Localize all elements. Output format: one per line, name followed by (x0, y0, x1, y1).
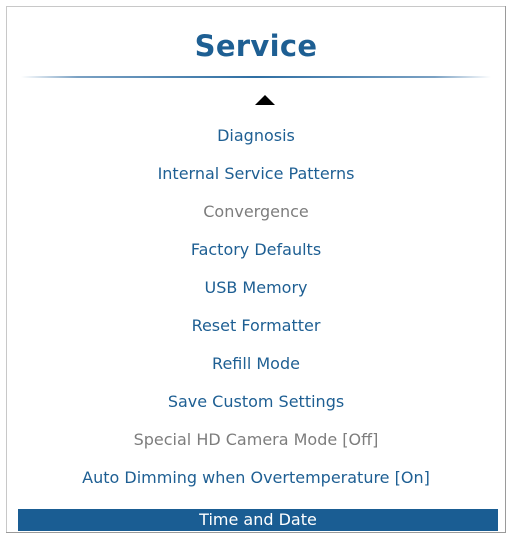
menu-item-reset-formatter[interactable]: Reset Formatter (7, 307, 505, 345)
service-menu-panel: Service Diagnosis Internal Service Patte… (6, 6, 506, 533)
menu-list: Diagnosis Internal Service Patterns Conv… (7, 117, 505, 531)
menu-item-diagnosis[interactable]: Diagnosis (7, 117, 505, 155)
menu-item-internal-service-patterns[interactable]: Internal Service Patterns (7, 155, 505, 193)
menu-item-time-and-date[interactable]: Time and Date (18, 509, 498, 531)
menu-title: Service (194, 29, 318, 63)
menu-item-refill-mode[interactable]: Refill Mode (7, 345, 505, 383)
menu-item-auto-dimming[interactable]: Auto Dimming when Overtemperature [On] (7, 459, 505, 497)
menu-item-save-custom-settings[interactable]: Save Custom Settings (7, 383, 505, 421)
menu-item-special-hd-camera-mode: Special HD Camera Mode [Off] (133, 430, 379, 449)
menu-item-convergence: Convergence (203, 202, 309, 221)
menu-item-usb-memory[interactable]: USB Memory (7, 269, 505, 307)
up-triangle-icon[interactable] (255, 95, 275, 105)
title-divider (21, 76, 491, 78)
menu-item-factory-defaults[interactable]: Factory Defaults (7, 231, 505, 269)
